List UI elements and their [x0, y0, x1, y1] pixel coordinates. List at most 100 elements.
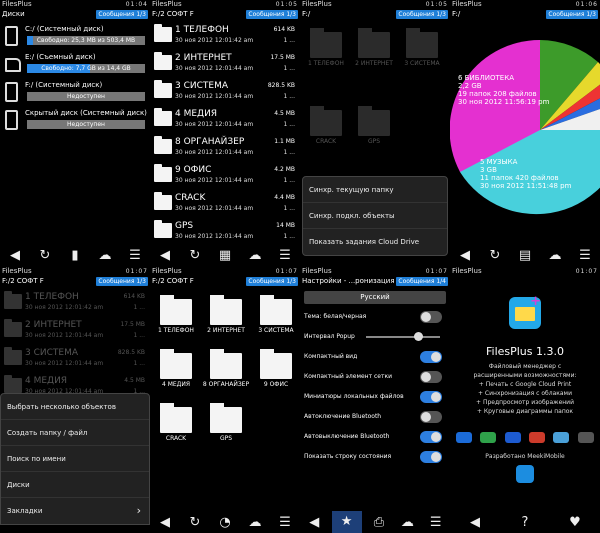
pie-chart-icon[interactable]: ◔	[214, 515, 236, 530]
print-icon[interactable]: ⎙	[368, 515, 390, 530]
folder-icon	[154, 220, 172, 238]
refresh-icon[interactable]: ↻	[184, 515, 206, 530]
notification-badge[interactable]: Сообщения 1/3	[396, 10, 448, 19]
grid-folder[interactable]: 8 ОРГАНАЙЗЕР	[203, 347, 249, 395]
drive-usage-text: Свободно: 25,3 MB из 503,4 MB	[36, 37, 136, 44]
folder-label: 2 ИНТЕРНЕТ	[207, 327, 245, 334]
file-row[interactable]: GPS 14 MB 30 ноя 2012 12:01:44 am 1 ...	[150, 220, 300, 246]
file-row[interactable]: 1 ТЕЛЕФОН 614 KB 30 ноя 2012 12:01:42 am 1 …	[150, 24, 300, 50]
setting-row[interactable]: Тема: белая/черная	[304, 308, 446, 326]
folder-icon	[4, 375, 22, 393]
menu-item[interactable]: Выбрать несколько объектов	[1, 394, 149, 420]
grid-folder[interactable]: CRACK	[304, 104, 348, 152]
setting-row[interactable]: Автоключение Bluetooth	[304, 408, 446, 426]
popup-interval-slider[interactable]	[366, 332, 440, 341]
back-icon[interactable]: ◀	[4, 248, 26, 263]
setting-toggle[interactable]	[420, 371, 442, 383]
back-icon[interactable]: ◀	[154, 248, 176, 263]
notification-badge[interactable]: Сообщения 1/3	[96, 10, 148, 19]
setting-toggle[interactable]	[420, 351, 442, 363]
drive-item[interactable]: F:/ (Системный диск) Недоступен	[3, 80, 147, 106]
folder-pie-chart[interactable]	[450, 22, 600, 252]
setting-toggle[interactable]	[420, 431, 442, 443]
back-icon[interactable]: ◀	[303, 515, 325, 530]
menu-icon[interactable]: ☰	[274, 515, 296, 530]
menu-item[interactable]: Закладки ›	[1, 498, 149, 524]
grid-folder[interactable]: 1 ТЕЛЕФОН	[154, 293, 198, 341]
menu-item[interactable]: Поиск по имени	[1, 446, 149, 472]
notification-badge[interactable]: Сообщения 1/4	[396, 277, 448, 286]
setting-toggle[interactable]	[420, 391, 442, 403]
setting-row[interactable]: Компактный вид	[304, 348, 446, 366]
file-row[interactable]: 9 ОФИС 4.2 MB 30 ноя 2012 12:01:44 am 1 ...	[150, 164, 300, 190]
setting-toggle[interactable]	[420, 311, 442, 323]
cloud-icon[interactable]: ☁	[244, 248, 266, 263]
help-icon[interactable]: ?	[514, 515, 536, 530]
menu-icon[interactable]: ☰	[124, 248, 146, 263]
status-time: 01:05	[275, 1, 298, 8]
menu-item[interactable]: Синхр. текущую папку	[303, 177, 447, 203]
back-icon[interactable]: ◀	[464, 515, 486, 530]
file-row[interactable]: CRACK 4.4 MB 30 ноя 2012 12:01:44 am 1 ...	[150, 192, 300, 218]
slider-knob[interactable]	[414, 332, 423, 341]
notification-badge[interactable]: Сообщения 1/3	[96, 277, 148, 286]
file-row[interactable]: 1 ТЕЛЕФОН 614 KB 30 ноя 2012 12:01:42 am 1 …	[0, 291, 150, 317]
drive-item[interactable]: C:/ (Системный диск) Свободно: 25,3 MB из…	[3, 24, 147, 50]
notification-badge[interactable]: Сообщения 1/3	[546, 10, 598, 19]
file-row[interactable]: 3 СИСТЕМА 828.5 KB 30 ноя 2012 12:01:44 am…	[0, 347, 150, 373]
file-date: 30 ноя 2012 12:01:42 am	[175, 37, 254, 44]
grid-folder[interactable]: 2 ИНТЕРНЕТ	[352, 26, 396, 74]
setting-toggle[interactable]	[420, 451, 442, 463]
setting-row[interactable]: Миниатюры локальных файлов	[304, 388, 446, 406]
setting-toggle[interactable]	[420, 411, 442, 423]
setting-row[interactable]: Интервал Popup	[304, 328, 446, 346]
file-row[interactable]: 2 ИНТЕРНЕТ 17.5 MB 30 ноя 2012 12:01:44 am…	[0, 319, 150, 345]
list-view-icon[interactable]: ▤	[514, 248, 536, 263]
heart-icon[interactable]: ♥	[564, 515, 586, 530]
grid-folder[interactable]: GPS	[352, 104, 396, 152]
cloud-icon[interactable]: ☁	[544, 248, 566, 263]
menu-item[interactable]: Показать задания Cloud Drive	[303, 229, 447, 255]
grid-folder[interactable]: CRACK	[154, 401, 198, 449]
back-icon[interactable]: ◀	[154, 515, 176, 530]
menu-item[interactable]: Диски	[1, 472, 149, 498]
setting-row[interactable]: Показать строку состояния	[304, 448, 446, 466]
drive-usage-text: Свободно: 7,7 GB из 14,4 GB	[41, 65, 131, 72]
language-selector[interactable]: Русский	[304, 291, 446, 304]
grid-folder[interactable]: 4 МЕДИЯ	[154, 347, 198, 395]
drive-item[interactable]: E:/ (Съемный диск) Свободно: 7,7 GB из 14…	[3, 52, 147, 78]
grid-folder[interactable]: 3 СИСТЕМА	[254, 293, 298, 341]
file-row[interactable]: 8 ОРГАНАЙЗЕР 1.1 MB 30 ноя 2012 12:01:44 a…	[150, 136, 300, 162]
grid-folder[interactable]: 9 ОФИС	[254, 347, 298, 395]
file-count: 1 ...	[283, 121, 295, 128]
cloud-icon[interactable]: ☁	[244, 515, 266, 530]
file-row[interactable]: 3 СИСТЕМА 828.5 KB 30 ноя 2012 12:01:44 am…	[150, 80, 300, 106]
notification-badge[interactable]: Сообщения 1/3	[246, 10, 298, 19]
menu-icon[interactable]: ☰	[574, 248, 596, 263]
grid-folder[interactable]: 1 ТЕЛЕФОН	[304, 26, 348, 74]
drive-item[interactable]: Скрытый диск (Системный диск) Недоступен	[3, 108, 147, 134]
file-row[interactable]: 4 МЕДИЯ 4.5 MB 30 ноя 2012 12:01:44 am 1 ..…	[150, 108, 300, 134]
setting-row[interactable]: Автовыключение Bluetooth	[304, 428, 446, 446]
menu-icon[interactable]: ☰	[274, 248, 296, 263]
refresh-icon[interactable]: ↻	[184, 248, 206, 263]
file-row[interactable]: 2 ИНТЕРНЕТ 17.5 MB 30 ноя 2012 12:01:44 am…	[150, 52, 300, 78]
back-icon[interactable]: ◀	[454, 248, 476, 263]
grid-folder[interactable]: 3 СИСТЕМА	[400, 26, 444, 74]
grid-folder[interactable]: 2 ИНТЕРНЕТ	[204, 293, 248, 341]
status-app: FilesPlus	[452, 267, 482, 275]
setting-row[interactable]: Компактный элемент сетки	[304, 368, 446, 386]
notification-badge[interactable]: Сообщения 1/3	[246, 277, 298, 286]
refresh-icon[interactable]: ↻	[34, 248, 56, 263]
menu-item[interactable]: Синхр. подкл. объекты	[303, 203, 447, 229]
refresh-icon[interactable]: ↻	[484, 248, 506, 263]
menu-icon[interactable]: ☰	[425, 515, 447, 530]
menu-item[interactable]: Создать папку / файл	[1, 420, 149, 446]
cloud-icon[interactable]: ☁	[396, 515, 418, 530]
folder-icon	[310, 28, 342, 58]
bookmark-icon[interactable]: ▮	[64, 248, 86, 263]
grid-view-icon[interactable]: ▦	[214, 248, 236, 263]
grid-folder[interactable]: GPS	[204, 401, 248, 449]
cloud-icon[interactable]: ☁	[94, 248, 116, 263]
favorites-icon[interactable]: ★	[331, 511, 362, 533]
